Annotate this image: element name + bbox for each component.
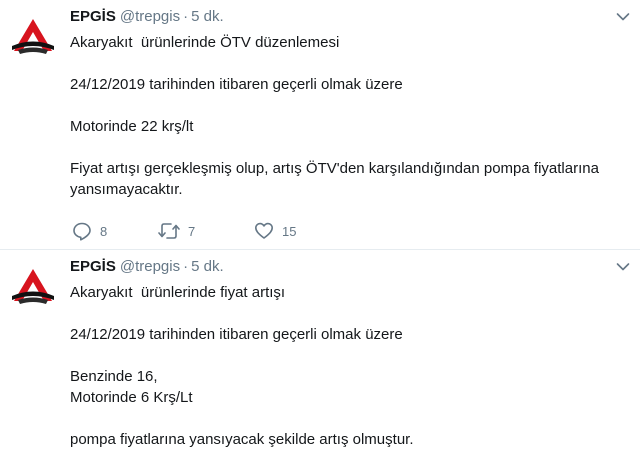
author-handle[interactable]: @trepgis [120, 8, 180, 25]
avatar[interactable] [8, 13, 58, 63]
heart-icon [255, 222, 273, 239]
retweet-count: 7 [188, 223, 196, 239]
tweet-line: 24/12/2019 tarihinden itibaren geçerli o… [70, 326, 403, 343]
retweet-button[interactable]: 7 [158, 219, 195, 243]
tweet-line: Fiyat artışı gerçekleşmiş olup, artış ÖT… [70, 160, 599, 198]
retweet-icon [158, 223, 180, 239]
tweet-header: EPGİS @trepgis · 5 dk. [70, 258, 224, 275]
tweet-line: Motorinde 22 krş/lt [70, 118, 194, 135]
tweet[interactable]: EPGİS @trepgis · 5 dk. Akaryakıt ürünlerind… [0, 250, 640, 466]
chevron-down-icon[interactable] [616, 262, 630, 272]
tweet-line: Motorinde 6 Krş/Lt [70, 389, 193, 406]
separator: · [183, 8, 189, 25]
like-button[interactable]: 15 [254, 219, 296, 243]
epgis-logo-icon [8, 13, 58, 63]
tweet-line: Benzinde 16, [70, 368, 158, 385]
timestamp[interactable]: 5 dk. [191, 258, 224, 275]
author-name[interactable]: EPGİS [70, 8, 116, 25]
avatar[interactable] [8, 263, 58, 313]
chevron-down-icon[interactable] [616, 12, 630, 22]
tweet-header: EPGİS @trepgis · 5 dk. [70, 8, 224, 25]
reply-count: 8 [100, 223, 108, 239]
tweet-line: pompa fiyatlarına yansıyacak şekilde art… [70, 431, 414, 448]
tweet-line: Akaryakıt ürünlerinde ÖTV düzenlemesi [70, 34, 340, 51]
author-handle[interactable]: @trepgis [120, 258, 180, 275]
tweet[interactable]: EPGİS @trepgis · 5 dk. Akaryakıt ürünlerind… [0, 0, 640, 250]
tweet-line: Akaryakıt ürünlerinde fiyat artışı [70, 284, 286, 301]
reply-icon [73, 222, 91, 241]
tweet-text: Akaryakıt ürünlerinde ÖTV düzenlemesi 24… [70, 32, 630, 200]
epgis-logo-icon [8, 263, 58, 313]
separator: · [183, 258, 189, 275]
author-name[interactable]: EPGİS [70, 258, 116, 275]
tweet-line: 24/12/2019 tarihinden itibaren geçerli o… [70, 76, 403, 93]
tweet-text: Akaryakıt ürünlerinde fiyat artışı 24/12… [70, 282, 630, 450]
timestamp[interactable]: 5 dk. [191, 8, 224, 25]
like-count: 15 [282, 223, 297, 239]
reply-button[interactable]: 8 [72, 219, 107, 243]
